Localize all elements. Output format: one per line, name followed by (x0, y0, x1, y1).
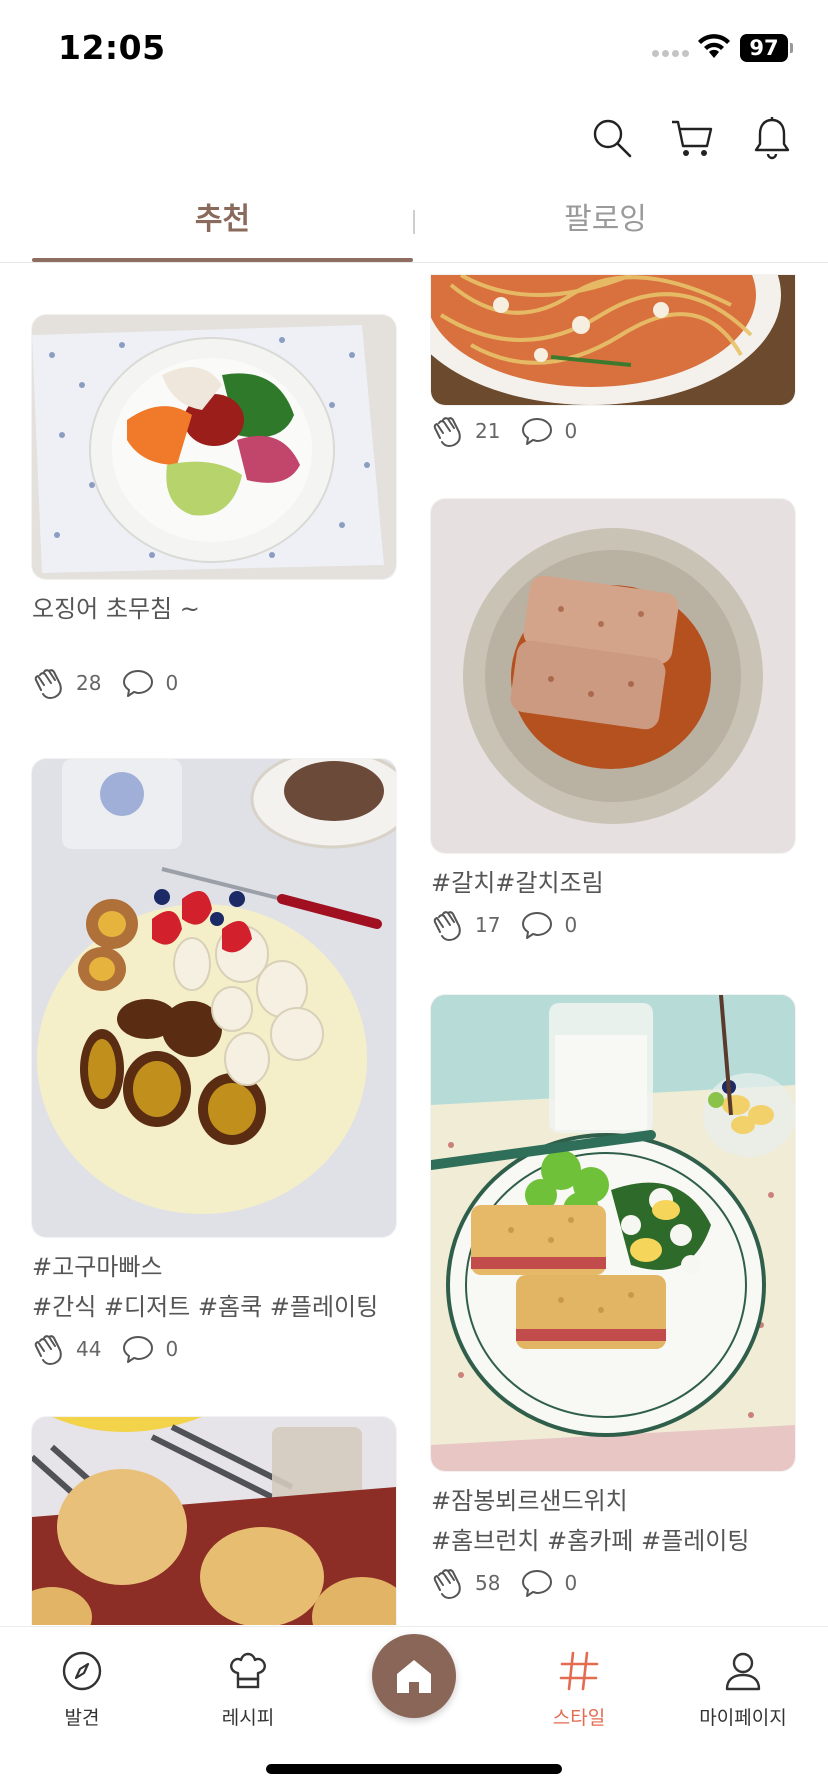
nav-mypage-label: 마이페이지 (699, 1707, 787, 1729)
likes-count: 28 (76, 671, 102, 695)
caption-line: #홈브런치 #홈카페 #플레이팅 (431, 1527, 750, 1555)
compass-icon (62, 1651, 102, 1691)
comments-count: 0 (564, 1571, 578, 1595)
nav-home-button[interactable] (372, 1634, 456, 1718)
battery-tip (790, 43, 793, 53)
tab-following[interactable]: 팔로잉 (415, 190, 796, 264)
search-button[interactable] (590, 116, 634, 160)
likes-count: 17 (475, 913, 501, 937)
nav-style-label: 스타일 (552, 1707, 606, 1729)
notification-button[interactable] (750, 116, 794, 160)
comments-count: 0 (165, 1337, 179, 1361)
status-time: 12:05 (58, 28, 166, 67)
comments-count: 0 (564, 913, 578, 937)
post-card[interactable]: #잠봉뵈르샌드위치 #홈브런치 #홈카페 #플레이팅 58 0 (431, 995, 795, 1601)
hashtag-icon (559, 1651, 599, 1691)
likes-count: 58 (475, 1571, 501, 1595)
status-bar: 12:05 97 (0, 0, 828, 100)
post-photo[interactable] (32, 1417, 396, 1625)
comment-icon[interactable] (520, 908, 554, 942)
post-stats: 21 0 (431, 413, 795, 449)
comments-count: 0 (564, 419, 578, 443)
caption-line: #잠봉뵈르샌드위치 (431, 1487, 628, 1515)
clap-icon[interactable] (431, 414, 465, 448)
nav-discover[interactable]: 발견 (17, 1647, 147, 1730)
clap-icon[interactable] (431, 1566, 465, 1600)
caption-line: #간식 #디저트 #홈쿡 #플레이팅 (32, 1293, 379, 1321)
comment-icon[interactable] (520, 1566, 554, 1600)
caption-line: 오징어 초무침 ~ (32, 595, 200, 623)
post-photo[interactable] (431, 995, 795, 1471)
caption-line: #갈치#갈치조림 (431, 869, 604, 897)
caption-line: #고구마빠스 (32, 1253, 163, 1281)
comment-icon[interactable] (121, 666, 155, 700)
nav-mypage[interactable]: 마이페이지 (678, 1647, 808, 1730)
home-indicator[interactable] (266, 1764, 562, 1774)
clap-icon[interactable] (32, 1332, 66, 1366)
chef-hat-icon (230, 1652, 266, 1689)
battery-indicator: 97 (740, 34, 788, 62)
wifi-icon (698, 34, 730, 58)
post-card[interactable]: 21 0 (431, 275, 795, 449)
comment-icon[interactable] (520, 414, 554, 448)
post-stats: 28 0 (32, 665, 396, 701)
post-photo[interactable] (32, 315, 396, 579)
nav-recipe-label: 레시피 (221, 1707, 275, 1729)
post-stats: 58 0 (431, 1565, 795, 1601)
tab-recommend[interactable]: 추천 (32, 190, 413, 264)
feed-tabs: 추천 팔로잉 (32, 190, 796, 264)
likes-count: 44 (76, 1337, 102, 1361)
nav-recipe[interactable]: 레시피 (183, 1647, 313, 1730)
comment-icon[interactable] (121, 1332, 155, 1366)
user-icon (725, 1652, 761, 1691)
post-card[interactable]: 오징어 초무침 ~ 28 0 (32, 315, 396, 701)
style-feed[interactable]: 21 0 오징어 초무침 ~ 28 0 #갈치#갈치조림 17 0 #고구마빠스… (0, 263, 828, 1625)
home-icon (397, 1660, 431, 1693)
post-caption: 오징어 초무침 ~ (32, 589, 396, 629)
comments-count: 0 (165, 671, 179, 695)
post-stats: 17 0 (431, 907, 795, 943)
clap-icon[interactable] (32, 666, 66, 700)
post-card[interactable]: #갈치#갈치조림 17 0 (431, 499, 795, 943)
header-actions (590, 116, 794, 160)
post-card[interactable] (32, 1417, 396, 1625)
likes-count: 21 (475, 419, 501, 443)
post-photo[interactable] (431, 499, 795, 853)
clap-icon[interactable] (431, 908, 465, 942)
post-caption: #고구마빠스 #간식 #디저트 #홈쿡 #플레이팅 (32, 1247, 396, 1327)
cart-icon (672, 120, 713, 156)
post-stats: 44 0 (32, 1331, 396, 1367)
search-icon (593, 119, 632, 158)
nav-style[interactable]: 스타일 (514, 1647, 644, 1730)
post-card[interactable]: #고구마빠스 #간식 #디저트 #홈쿡 #플레이팅 44 0 (32, 759, 396, 1367)
post-photo[interactable] (32, 759, 396, 1237)
cart-button[interactable] (670, 116, 714, 160)
nav-discover-label: 발견 (64, 1707, 100, 1729)
cellular-signal-icon (652, 50, 689, 57)
post-caption: #잠봉뵈르샌드위치 #홈브런치 #홈카페 #플레이팅 (431, 1481, 795, 1561)
bell-icon (754, 117, 790, 160)
post-photo[interactable] (431, 275, 795, 405)
post-caption: #갈치#갈치조림 (431, 863, 795, 903)
